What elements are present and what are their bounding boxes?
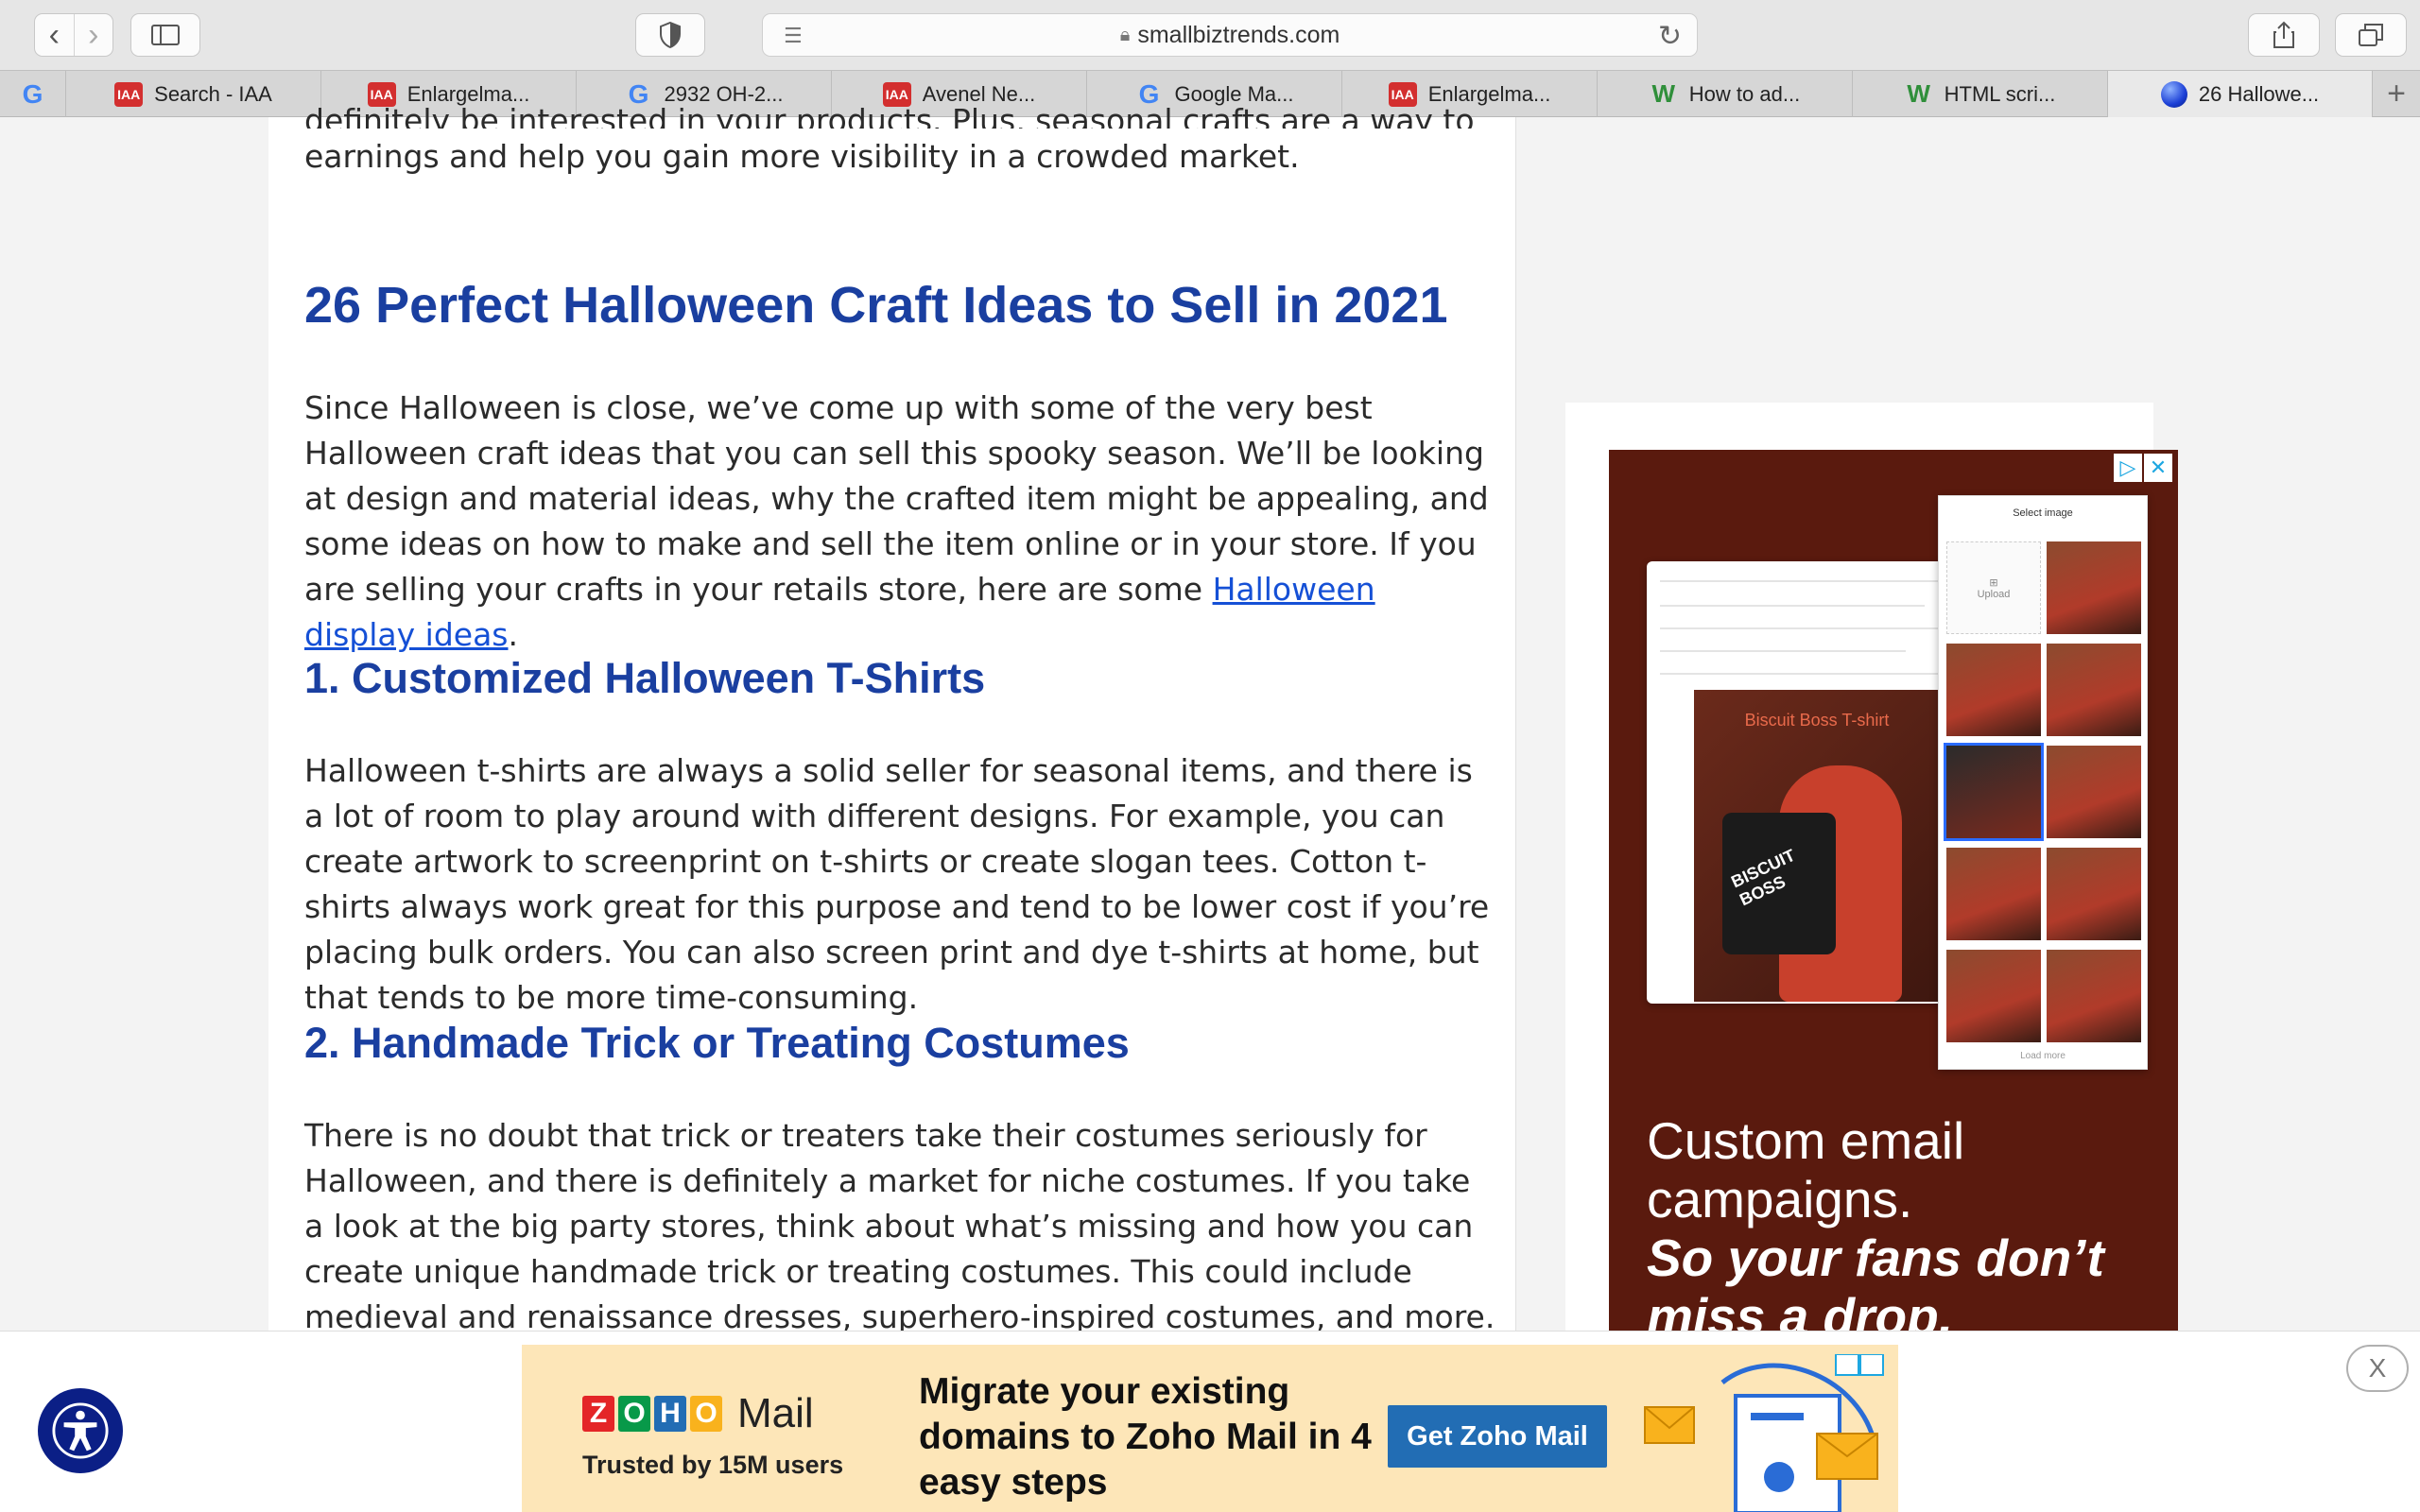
sidebar-toggle-button[interactable]	[130, 13, 200, 57]
tab-label: 26 Hallowe...	[2198, 81, 2320, 106]
upload-tile: ⊞ Upload	[1946, 541, 2041, 634]
accessibility-icon	[52, 1402, 109, 1459]
tab-how-to[interactable]: W How to ad...	[1598, 71, 1853, 117]
section-1-heading: 1. Customized Halloween T-Shirts	[304, 654, 986, 702]
ad-tshirt: BISCUIT BOSS	[1722, 813, 1836, 954]
image-thumb	[2047, 848, 2141, 940]
share-icon	[2273, 21, 2294, 48]
reader-icon[interactable]: ☰	[784, 24, 803, 48]
lock-icon: 🔒︎	[1119, 24, 1131, 45]
article-title: 26 Perfect Halloween Craft Ideas to Sell…	[304, 277, 1448, 334]
nav-buttons: ‹ ›	[34, 13, 113, 57]
address-bar[interactable]: ☰ 🔒︎ smallbiztrends.com ↻	[762, 13, 1698, 57]
adchoices-icon[interactable]: ▷	[2114, 454, 2142, 482]
load-more-label: Load more	[2020, 1051, 2066, 1061]
ad-headline-line: So your fans don’t	[1647, 1228, 2104, 1287]
section-2-heading: 2. Handmade Trick or Treating Costumes	[304, 1019, 1130, 1067]
ad-headline: Custom email campaigns. So your fans don…	[1647, 1111, 2157, 1346]
shirt-print: BISCUIT BOSS	[1728, 845, 1798, 910]
get-zoho-mail-button[interactable]: Get Zoho Mail	[1388, 1405, 1607, 1468]
shield-icon	[660, 22, 681, 48]
plus-icon: +	[2387, 76, 2406, 112]
zoho-logo: Z O H O Mail	[582, 1390, 814, 1437]
zoho-letter: O	[690, 1396, 722, 1432]
image-thumb	[1946, 848, 2041, 940]
selector-title: Select image	[2013, 507, 2073, 519]
tab-label: Search - IAA	[154, 81, 272, 106]
iaa-icon: IAA	[114, 81, 144, 107]
paragraph-intro-tail: earnings and help you gain more visibili…	[304, 138, 1300, 175]
image-thumb	[2047, 746, 2141, 838]
zoho-trust-text: Trusted by 15M users	[582, 1451, 844, 1479]
mail-illustration	[1644, 1354, 1884, 1512]
ad-photo-caption: Biscuit Boss T-shirt	[1744, 711, 1890, 730]
image-thumb	[2047, 644, 2141, 736]
browser-toolbar: ‹ › ☰ 🔒︎ smallbiztrends.com ↻	[0, 0, 2420, 70]
mailchimp-ad[interactable]: ▷ ✕ Biscuit Boss T-shirt BISCUIT BOSS Se…	[1609, 450, 2178, 1348]
share-button[interactable]	[2248, 13, 2320, 57]
sidebar-icon	[151, 25, 180, 45]
image-thumb	[2047, 541, 2141, 634]
tab-halloween-active[interactable]: 26 Hallowe...	[2108, 71, 2373, 117]
upload-label: Upload	[1977, 588, 2011, 600]
section-1-body: Halloween t-shirts are always a solid se…	[304, 752, 1490, 1016]
ad-headline-line: Custom email	[1647, 1111, 1965, 1170]
tabs-icon	[2359, 24, 2383, 46]
url-text: smallbiztrends.com	[1137, 21, 1340, 48]
zoho-letter: H	[654, 1396, 686, 1432]
google-icon: G	[22, 78, 43, 109]
sticky-footer-ad: Z O H O Mail Trusted by 15M users Migrat…	[0, 1331, 2420, 1512]
zoho-mail-ad[interactable]: Z O H O Mail Trusted by 15M users Migrat…	[522, 1345, 1898, 1512]
ad-headline-line: campaigns.	[1647, 1170, 1913, 1228]
ad-close-icon[interactable]: ✕	[2144, 454, 2172, 482]
image-thumb	[1946, 644, 2041, 736]
zoho-message: Migrate your existing domains to Zoho Ma…	[919, 1371, 1372, 1503]
zoho-product-name: Mail	[737, 1390, 814, 1436]
globe-icon	[2160, 80, 2187, 108]
image-thumb	[2047, 950, 2141, 1042]
ad-image-selector: Select image ⊞ Upload Load more	[1938, 495, 2148, 1070]
tab-html-script[interactable]: W HTML scri...	[1853, 71, 2108, 117]
zoho-letter: O	[618, 1396, 650, 1432]
ad-product-photo: Biscuit Boss T-shirt BISCUIT BOSS	[1694, 690, 1940, 1002]
w3schools-icon: W	[1907, 79, 1930, 108]
image-thumb	[1946, 950, 2041, 1042]
tab-label: HTML scri...	[1944, 81, 2056, 106]
image-thumb-selected	[1944, 743, 2044, 841]
privacy-shield-button[interactable]	[635, 13, 705, 57]
new-tab-button[interactable]: +	[2373, 71, 2420, 117]
section-2-body: There is no doubt that trick or treaters…	[304, 1117, 1495, 1335]
web-page: definitely be interested in your product…	[0, 102, 2420, 1512]
tabs-overview-button[interactable]	[2335, 13, 2407, 57]
tab-pinned-google[interactable]: G	[0, 71, 66, 117]
back-icon[interactable]: ‹	[35, 14, 74, 56]
forward-icon[interactable]: ›	[73, 14, 113, 56]
w3schools-icon: W	[1651, 79, 1676, 108]
zoho-letter: Z	[582, 1396, 614, 1432]
tab-label: How to ad...	[1688, 81, 1801, 106]
reload-icon[interactable]: ↻	[1658, 20, 1682, 53]
paragraph-intro: Since Halloween is close, we’ve come up …	[304, 386, 1495, 658]
tab-search-iaa[interactable]: IAA Search - IAA	[66, 71, 321, 117]
article-column: definitely be interested in your product…	[268, 102, 1516, 1336]
close-footer-ad-button[interactable]: X	[2346, 1345, 2409, 1392]
intro-end: .	[508, 616, 519, 653]
clipped-text-line: definitely be interested in your product…	[304, 102, 1475, 129]
upload-icon: ⊞	[1989, 576, 1998, 589]
accessibility-button[interactable]	[38, 1388, 123, 1473]
